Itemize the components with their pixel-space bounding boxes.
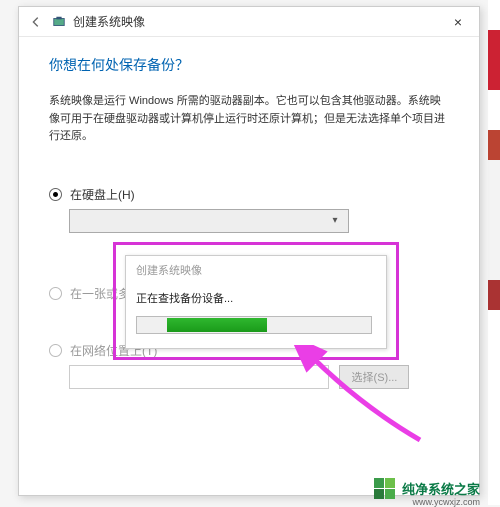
back-arrow-icon bbox=[29, 15, 43, 29]
watermark: 纯净系统之家 bbox=[374, 477, 480, 499]
browse-button[interactable]: 选择(S)... bbox=[339, 365, 409, 389]
radio-row-hdd[interactable]: 在硬盘上(H) bbox=[49, 186, 449, 203]
hdd-drive-select[interactable]: ▾ bbox=[69, 209, 349, 233]
chevron-down-icon: ▾ bbox=[326, 212, 344, 230]
content-area: 你想在何处保存备份？ 系统映像是运行 Windows 所需的驱动器副本。它也可以… bbox=[19, 37, 479, 431]
page-heading: 你想在何处保存备份？ bbox=[49, 55, 449, 75]
dialog-window: 创建系统映像 × 你想在何处保存备份？ 系统映像是运行 Windows 所需的驱… bbox=[18, 6, 480, 496]
progress-message: 正在查找备份设备... bbox=[136, 290, 376, 306]
radio-dvd[interactable] bbox=[49, 287, 62, 300]
description-text: 系统映像是运行 Windows 所需的驱动器副本。它也可以包含其他驱动器。系统映… bbox=[49, 93, 449, 146]
progress-fill bbox=[167, 318, 267, 332]
network-path-input[interactable] bbox=[69, 365, 329, 389]
radio-hdd[interactable] bbox=[49, 188, 62, 201]
radio-net[interactable] bbox=[49, 344, 62, 357]
progress-dialog: 创建系统映像 正在查找备份设备... bbox=[125, 255, 387, 349]
back-button[interactable] bbox=[25, 11, 47, 33]
watermark-name: 纯净系统之家 bbox=[402, 479, 480, 498]
close-icon: × bbox=[454, 14, 462, 30]
watermark-logo-icon bbox=[374, 477, 396, 499]
option-hard-disk: 在硬盘上(H) ▾ bbox=[49, 186, 449, 233]
watermark-url: www.ycwxjz.com bbox=[412, 497, 480, 507]
window-title: 创建系统映像 bbox=[73, 13, 443, 30]
background-strip bbox=[488, 0, 500, 505]
radio-hdd-label: 在硬盘上(H) bbox=[70, 186, 135, 203]
progress-dialog-title: 创建系统映像 bbox=[126, 256, 386, 284]
progress-bar bbox=[136, 316, 372, 334]
close-button[interactable]: × bbox=[443, 8, 473, 36]
titlebar: 创建系统映像 × bbox=[19, 7, 479, 37]
app-icon bbox=[51, 14, 67, 30]
